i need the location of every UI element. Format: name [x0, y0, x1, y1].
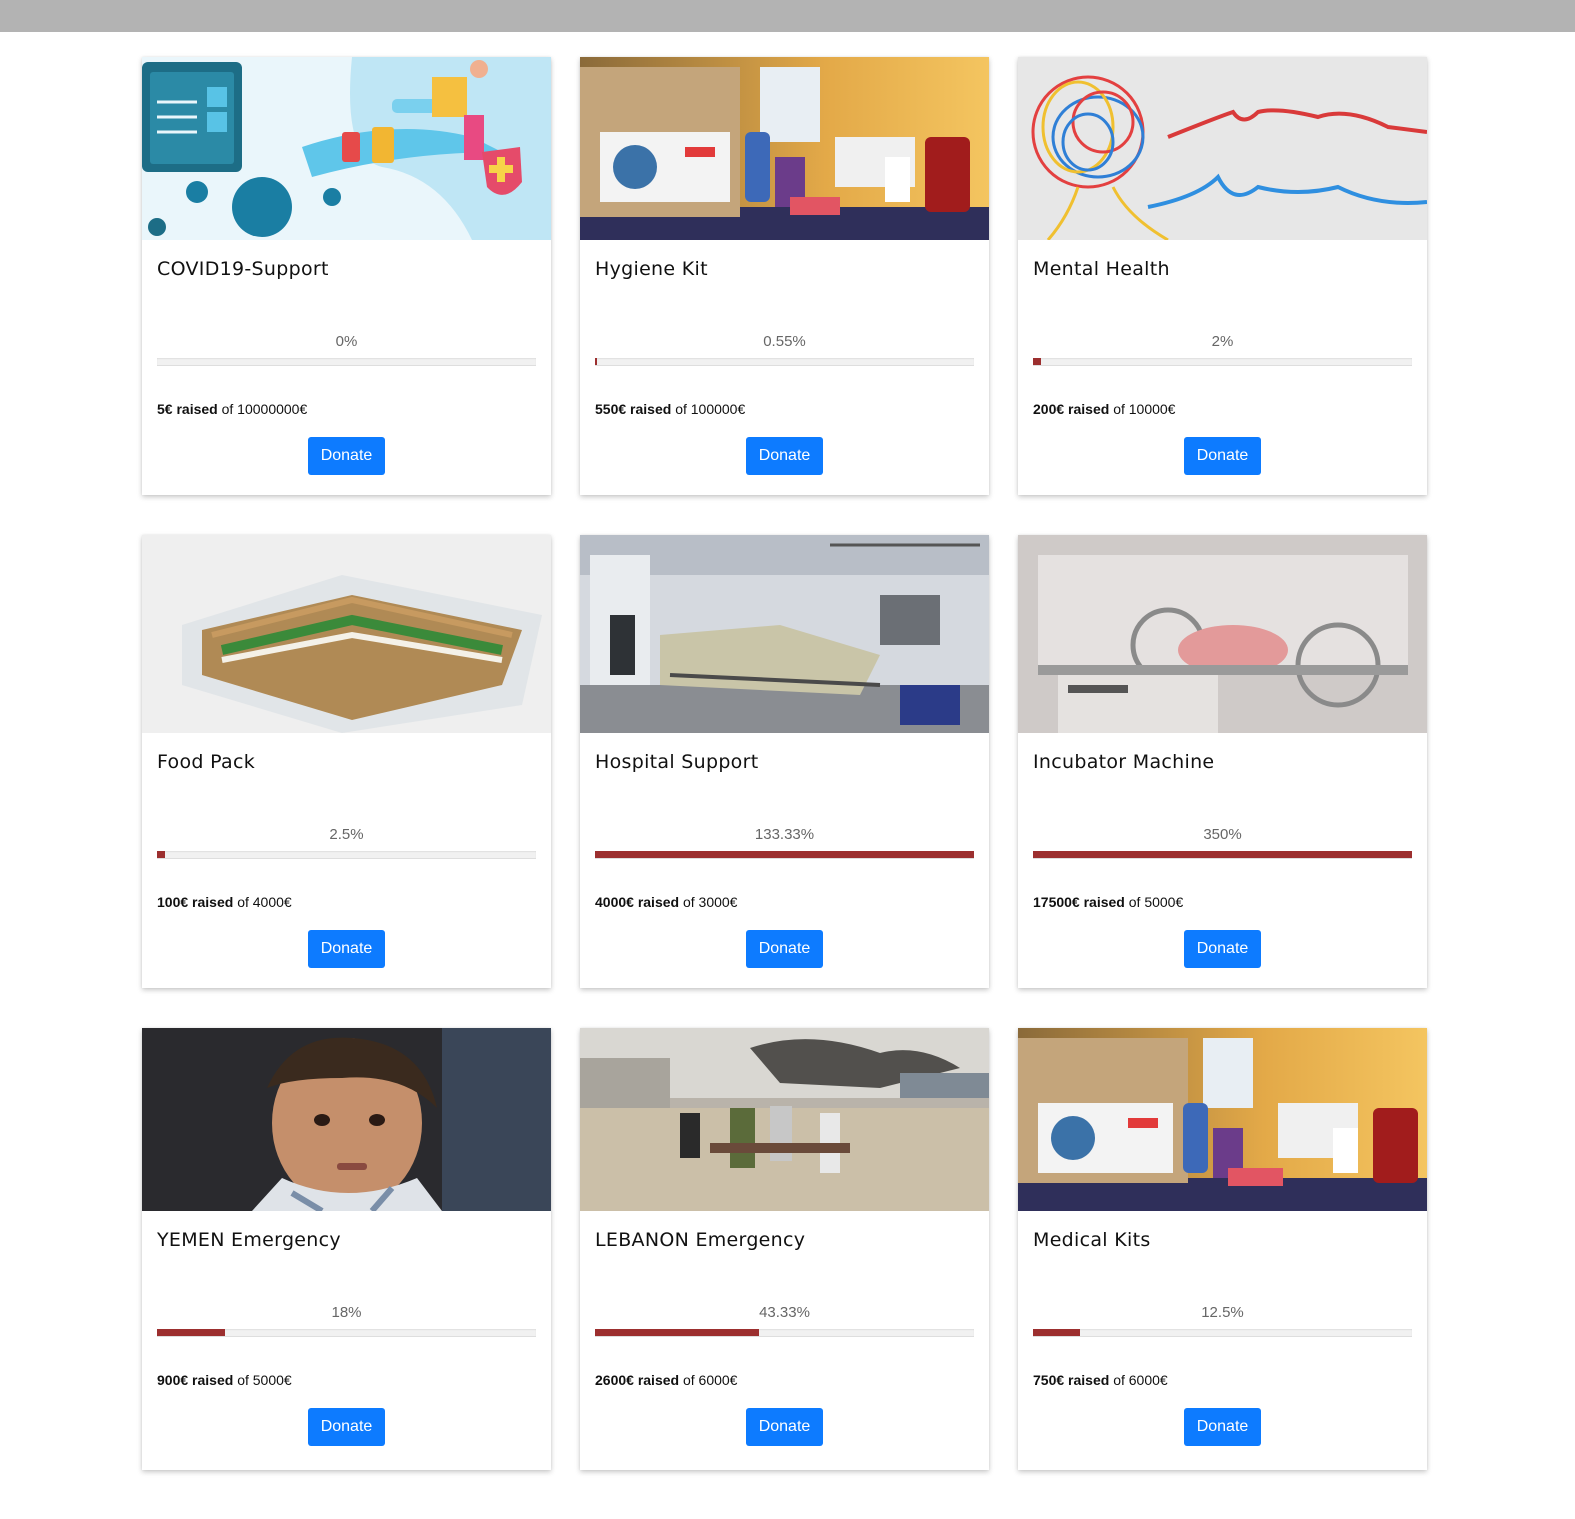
goal-amount: of 10000€	[1113, 401, 1176, 417]
campaign-title: Food Pack	[157, 751, 255, 773]
raised-amount: 550€ raised	[595, 401, 672, 417]
donate-button[interactable]: Donate	[308, 437, 385, 475]
campaign-card: COVID19-Support 0% 5€ raised of 10000000…	[142, 57, 551, 495]
donate-button[interactable]: Donate	[746, 437, 823, 475]
goal-amount: of 5000€	[1128, 894, 1184, 910]
goal-amount: of 4000€	[237, 894, 292, 910]
raised-text: 5€ raised of 10000000€	[157, 401, 536, 417]
campaign-image	[580, 535, 989, 733]
progress-fill	[157, 851, 165, 858]
progress-fill	[595, 1329, 760, 1336]
campaign-title: COVID19-Support	[157, 258, 329, 280]
campaign-image	[142, 1028, 551, 1211]
raised-text: 100€ raised of 4000€	[157, 894, 536, 910]
progress-bar	[157, 358, 536, 366]
raised-amount: 900€ raised	[157, 1372, 234, 1388]
progress-bar	[595, 358, 974, 366]
goal-amount: of 6000€	[1113, 1372, 1168, 1388]
raised-amount: 4000€ raised	[595, 894, 680, 910]
campaign-grid: COVID19-Support 0% 5€ raised of 10000000…	[142, 57, 1427, 1470]
raised-text: 750€ raised of 6000€	[1033, 1372, 1412, 1388]
goal-amount: of 10000000€	[221, 401, 308, 417]
campaign-image	[142, 535, 551, 733]
raised-text: 2600€ raised of 6000€	[595, 1372, 974, 1388]
campaign-title: Incubator Machine	[1033, 751, 1215, 773]
raised-amount: 17500€ raised	[1033, 894, 1125, 910]
progress-bar	[595, 851, 974, 859]
progress-bar	[1033, 851, 1412, 859]
campaign-image	[1018, 535, 1427, 733]
campaign-card: Hospital Support 133.33% 4000€ raised of…	[580, 535, 989, 988]
raised-amount: 5€ raised	[157, 401, 218, 417]
progress-fill	[595, 358, 597, 365]
progress-percent: 2%	[1211, 333, 1234, 350]
raised-text: 900€ raised of 5000€	[157, 1372, 536, 1388]
donate-button[interactable]: Donate	[746, 1408, 823, 1446]
raised-amount: 100€ raised	[157, 894, 234, 910]
donate-button[interactable]: Donate	[308, 930, 385, 968]
progress-fill	[1033, 851, 1412, 858]
progress-bar	[1033, 358, 1412, 366]
progress-percent: 0.55%	[763, 333, 806, 350]
campaign-title: Mental Health	[1033, 258, 1170, 280]
top-bar	[0, 0, 1575, 32]
donate-button[interactable]: Donate	[308, 1408, 385, 1446]
campaign-title: Hygiene Kit	[595, 258, 708, 280]
progress-percent: 18%	[331, 1304, 362, 1321]
campaign-title: Hospital Support	[595, 751, 759, 773]
campaign-card: YEMEN Emergency 18% 900€ raised of 5000€…	[142, 1028, 551, 1470]
raised-amount: 2600€ raised	[595, 1372, 680, 1388]
raised-text: 4000€ raised of 3000€	[595, 894, 974, 910]
progress-percent: 133.33%	[754, 826, 815, 843]
donate-button[interactable]: Donate	[1184, 1408, 1261, 1446]
campaign-title: Medical Kits	[1033, 1229, 1151, 1251]
campaign-card: Mental Health 2% 200€ raised of 10000€ D…	[1018, 57, 1427, 495]
raised-amount: 750€ raised	[1033, 1372, 1110, 1388]
campaign-image	[1018, 1028, 1427, 1211]
campaign-card: Incubator Machine 350% 17500€ raised of …	[1018, 535, 1427, 988]
campaign-card: Medical Kits 12.5% 750€ raised of 6000€ …	[1018, 1028, 1427, 1470]
progress-percent: 2.5%	[329, 826, 364, 843]
campaign-card: LEBANON Emergency 43.33% 2600€ raised of…	[580, 1028, 989, 1470]
progress-percent: 0%	[335, 333, 358, 350]
progress-bar	[595, 1329, 974, 1337]
campaign-image	[142, 57, 551, 240]
raised-text: 550€ raised of 100000€	[595, 401, 974, 417]
raised-text: 200€ raised of 10000€	[1033, 401, 1412, 417]
goal-amount: of 5000€	[237, 1372, 292, 1388]
donate-button[interactable]: Donate	[746, 930, 823, 968]
progress-fill	[157, 1329, 226, 1336]
goal-amount: of 100000€	[675, 401, 746, 417]
progress-fill	[1033, 1329, 1081, 1336]
raised-amount: 200€ raised	[1033, 401, 1110, 417]
progress-bar	[157, 851, 536, 859]
progress-percent: 43.33%	[759, 1304, 810, 1321]
donate-button[interactable]: Donate	[1184, 437, 1261, 475]
campaign-image	[580, 1028, 989, 1211]
campaign-card: Hygiene Kit 0.55% 550€ raised of 100000€…	[580, 57, 989, 495]
campaign-image	[1018, 57, 1427, 240]
goal-amount: of 3000€	[682, 894, 738, 910]
campaign-title: LEBANON Emergency	[595, 1229, 806, 1251]
campaign-title: YEMEN Emergency	[157, 1229, 341, 1251]
progress-bar	[1033, 1329, 1412, 1337]
raised-text: 17500€ raised of 5000€	[1033, 894, 1412, 910]
campaign-image	[580, 57, 989, 240]
progress-fill	[1033, 358, 1041, 365]
campaign-card: Food Pack 2.5% 100€ raised of 4000€ Dona…	[142, 535, 551, 988]
progress-fill	[595, 851, 974, 858]
progress-percent: 12.5%	[1201, 1304, 1244, 1321]
progress-percent: 350%	[1203, 826, 1242, 843]
donate-button[interactable]: Donate	[1184, 930, 1261, 968]
progress-bar	[157, 1329, 536, 1337]
goal-amount: of 6000€	[682, 1372, 738, 1388]
